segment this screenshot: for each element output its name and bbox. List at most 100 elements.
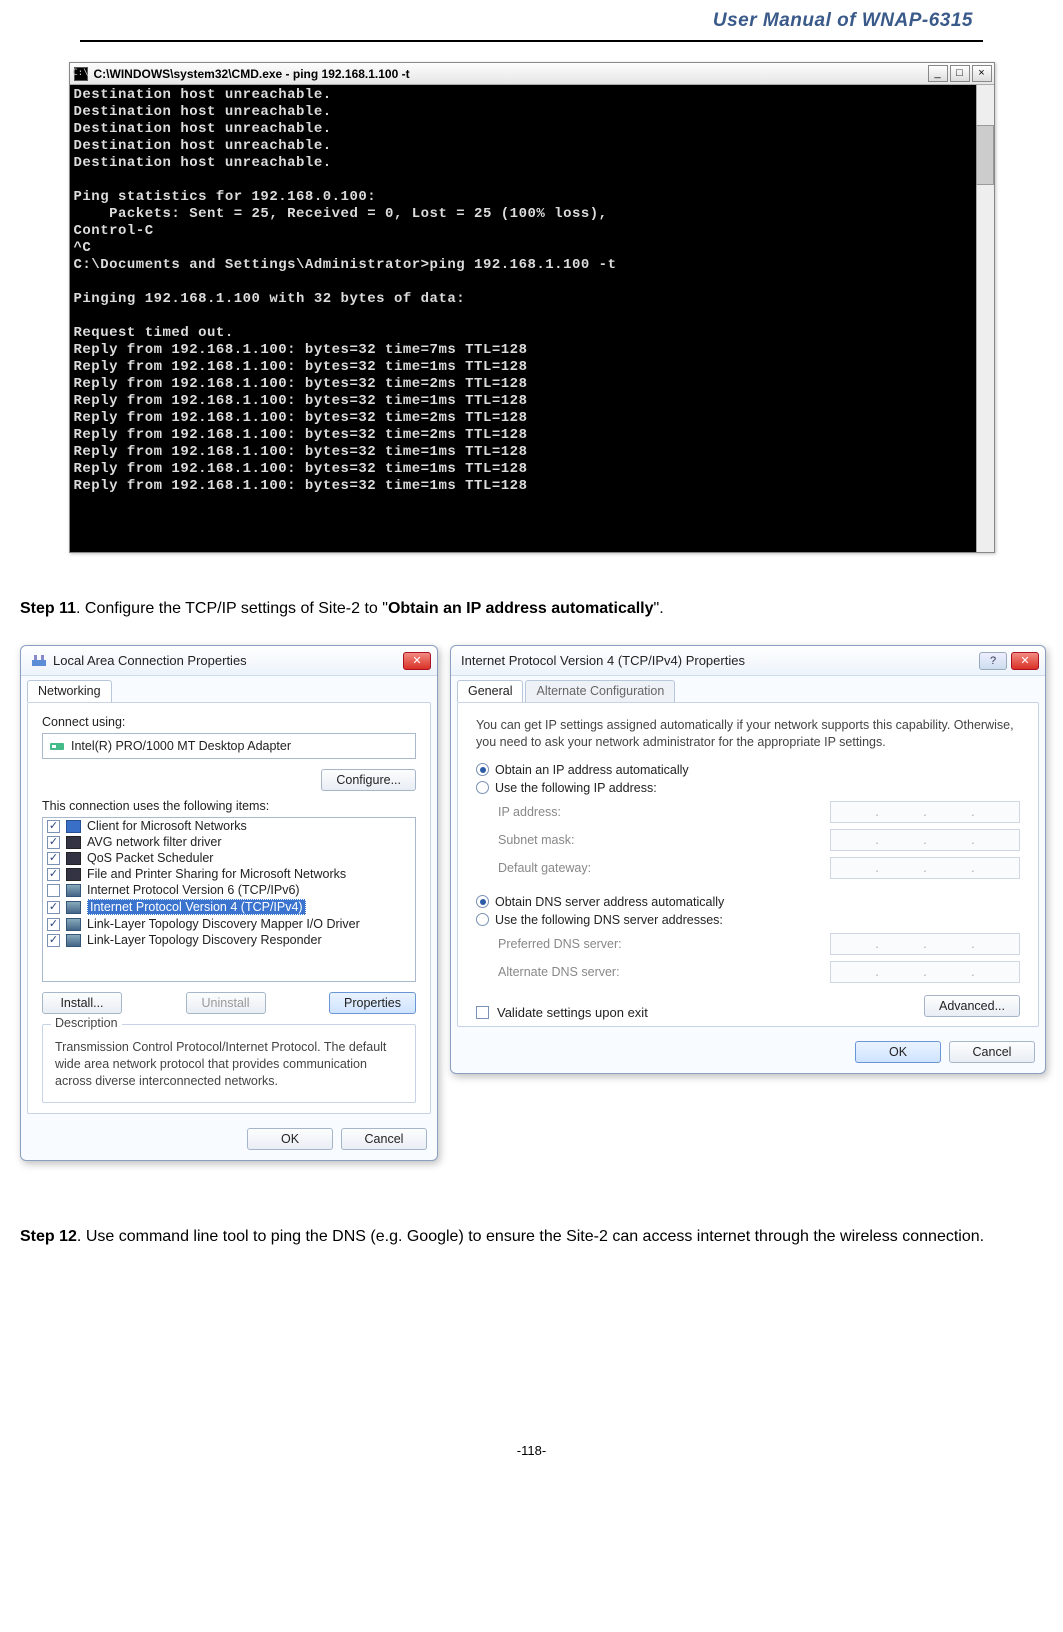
- checkbox-icon[interactable]: [47, 884, 60, 897]
- tab-general[interactable]: General: [457, 680, 523, 702]
- network-adapter-icon: [31, 653, 47, 669]
- list-item[interactable]: ✓ QoS Packet Scheduler: [43, 850, 415, 866]
- list-item-label: Client for Microsoft Networks: [87, 819, 247, 833]
- radio-use-dns[interactable]: Use the following DNS server addresses:: [476, 913, 1020, 927]
- radio-use-dns-label: Use the following DNS server addresses:: [495, 913, 723, 927]
- radio-obtain-dns-label: Obtain DNS server address automatically: [495, 895, 724, 909]
- radio-use-ip[interactable]: Use the following IP address:: [476, 781, 1020, 795]
- step-11-bold: Obtain an IP address automatically: [388, 600, 654, 617]
- list-item-label: Internet Protocol Version 4 (TCP/IPv4): [87, 899, 306, 915]
- ok-button[interactable]: OK: [247, 1128, 333, 1150]
- list-item[interactable]: ✓ File and Printer Sharing for Microsoft …: [43, 866, 415, 882]
- uninstall-button[interactable]: Uninstall: [186, 992, 266, 1014]
- cmd-scroll-thumb[interactable]: [976, 125, 994, 185]
- page-header-title: User Manual of WNAP-6315: [10, 0, 1053, 40]
- cmd-app-icon: C:\: [74, 67, 88, 81]
- close-button[interactable]: ✕: [1011, 652, 1039, 670]
- lac-dialog: Local Area Connection Properties ✕ Netwo…: [20, 645, 438, 1161]
- radio-icon: [476, 913, 489, 926]
- adapter-field[interactable]: Intel(R) PRO/1000 MT Desktop Adapter: [42, 733, 416, 759]
- minimize-button[interactable]: _: [928, 65, 948, 82]
- ipv4-intro: You can get IP settings assigned automat…: [476, 717, 1020, 751]
- step-11-paragraph: Step 11. Configure the TCP/IP settings o…: [20, 593, 1043, 625]
- header-divider: [80, 40, 983, 42]
- tab-alternate[interactable]: Alternate Configuration: [525, 680, 675, 702]
- lac-title: Local Area Connection Properties: [53, 653, 403, 668]
- radio-icon: [476, 781, 489, 794]
- list-item-label: QoS Packet Scheduler: [87, 851, 213, 865]
- checkbox-icon[interactable]: ✓: [47, 852, 60, 865]
- validate-checkbox[interactable]: Validate settings upon exit: [476, 1005, 648, 1020]
- help-button[interactable]: ?: [979, 652, 1007, 670]
- install-button[interactable]: Install...: [42, 992, 122, 1014]
- checkbox-icon[interactable]: ✓: [47, 868, 60, 881]
- checkbox-icon[interactable]: ✓: [47, 934, 60, 947]
- ip-address-field: ...: [830, 801, 1020, 823]
- list-item[interactable]: Internet Protocol Version 6 (TCP/IPv6): [43, 882, 415, 898]
- pref-dns-label: Preferred DNS server:: [498, 937, 622, 951]
- list-item[interactable]: ✓ Client for Microsoft Networks: [43, 818, 415, 834]
- step-12-paragraph: Step 12. Use command line tool to ping t…: [20, 1221, 1043, 1253]
- cmd-output[interactable]: Destination host unreachable. Destinatio…: [70, 85, 994, 552]
- gateway-label: Default gateway:: [498, 861, 591, 875]
- validate-label: Validate settings upon exit: [497, 1005, 648, 1020]
- description-title: Description: [51, 1016, 122, 1030]
- protocol-icon: [66, 901, 81, 914]
- list-item[interactable]: ✓ Link-Layer Topology Discovery Responder: [43, 932, 415, 948]
- adapter-name: Intel(R) PRO/1000 MT Desktop Adapter: [71, 739, 291, 753]
- checkbox-icon[interactable]: ✓: [47, 918, 60, 931]
- ip-address-label: IP address:: [498, 805, 561, 819]
- page-number: -118-: [10, 1433, 1053, 1498]
- subnet-label: Subnet mask:: [498, 833, 574, 847]
- items-label: This connection uses the following items…: [42, 799, 416, 813]
- cancel-button[interactable]: Cancel: [341, 1128, 427, 1150]
- tab-networking[interactable]: Networking: [27, 680, 112, 702]
- cmd-titlebar[interactable]: C:\ C:\WINDOWS\system32\CMD.exe - ping 1…: [70, 63, 994, 85]
- cmd-scrollbar[interactable]: [976, 85, 994, 552]
- step-11-text-b: ".: [654, 600, 664, 617]
- properties-button[interactable]: Properties: [329, 992, 416, 1014]
- radio-obtain-ip-label: Obtain an IP address automatically: [495, 763, 689, 777]
- step-12-text: . Use command line tool to ping the DNS …: [77, 1228, 984, 1245]
- cmd-title: C:\WINDOWS\system32\CMD.exe - ping 192.1…: [94, 67, 928, 81]
- list-item[interactable]: ✓ AVG network filter driver: [43, 834, 415, 850]
- radio-icon: [476, 895, 489, 908]
- radio-obtain-ip[interactable]: Obtain an IP address automatically: [476, 763, 1020, 777]
- cancel-button[interactable]: Cancel: [949, 1041, 1035, 1063]
- protocol-icon: [66, 934, 81, 947]
- cmd-window: C:\ C:\WINDOWS\system32\CMD.exe - ping 1…: [69, 62, 995, 553]
- ipv4-title: Internet Protocol Version 4 (TCP/IPv4) P…: [461, 653, 979, 668]
- protocol-icon: [66, 836, 81, 849]
- list-item-label: Link-Layer Topology Discovery Mapper I/O…: [87, 917, 360, 931]
- maximize-button[interactable]: □: [950, 65, 970, 82]
- ok-button[interactable]: OK: [855, 1041, 941, 1063]
- checkbox-icon[interactable]: ✓: [47, 820, 60, 833]
- ipv4-dialog: Internet Protocol Version 4 (TCP/IPv4) P…: [450, 645, 1046, 1074]
- ipv4-titlebar[interactable]: Internet Protocol Version 4 (TCP/IPv4) P…: [451, 646, 1045, 676]
- network-items-list[interactable]: ✓ Client for Microsoft Networks ✓ AVG netwo…: [42, 817, 416, 982]
- checkbox-icon: [476, 1006, 489, 1019]
- radio-use-ip-label: Use the following IP address:: [495, 781, 657, 795]
- protocol-icon: [66, 884, 81, 897]
- checkbox-icon[interactable]: ✓: [47, 901, 60, 914]
- list-item-label: Link-Layer Topology Discovery Responder: [87, 933, 322, 947]
- lac-titlebar[interactable]: Local Area Connection Properties ✕: [21, 646, 437, 676]
- advanced-button[interactable]: Advanced...: [924, 995, 1020, 1017]
- list-item-label: Internet Protocol Version 6 (TCP/IPv6): [87, 883, 300, 897]
- list-item-label: AVG network filter driver: [87, 835, 222, 849]
- close-button[interactable]: ×: [972, 65, 992, 82]
- pref-dns-field: ...: [830, 933, 1020, 955]
- list-item-label: File and Printer Sharing for Microsoft N…: [87, 867, 346, 881]
- list-item[interactable]: ✓ Link-Layer Topology Discovery Mapper I/…: [43, 916, 415, 932]
- list-item[interactable]: ✓ Internet Protocol Version 4 (TCP/IPv4): [43, 898, 415, 916]
- gateway-field: ...: [830, 857, 1020, 879]
- checkbox-icon[interactable]: ✓: [47, 836, 60, 849]
- configure-button[interactable]: Configure...: [321, 769, 416, 791]
- description-text: Transmission Control Protocol/Internet P…: [55, 1039, 403, 1090]
- adapter-icon: [49, 738, 65, 754]
- protocol-icon: [66, 868, 81, 881]
- alt-dns-field: ...: [830, 961, 1020, 983]
- close-button[interactable]: ✕: [403, 652, 431, 670]
- subnet-field: ...: [830, 829, 1020, 851]
- radio-obtain-dns[interactable]: Obtain DNS server address automatically: [476, 895, 1020, 909]
